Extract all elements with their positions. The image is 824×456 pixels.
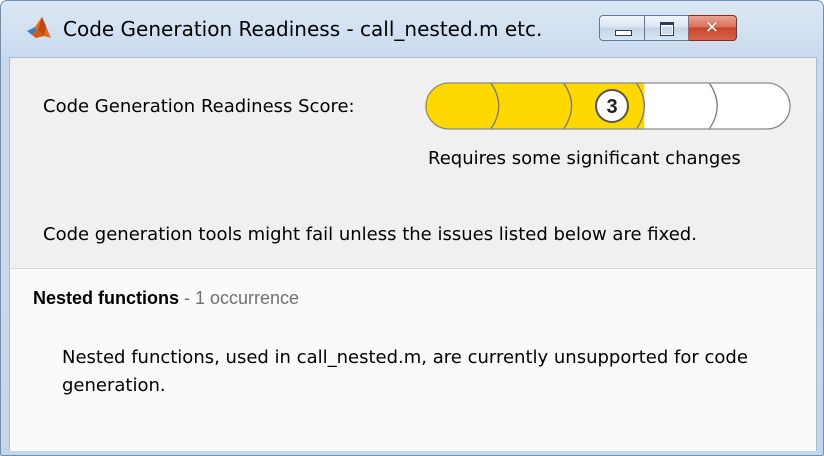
issue-description: Nested functions, used in call_nested.m,… [62,347,748,396]
dialog-body: Code Generation Readiness Score: 3 Requi… [9,57,817,451]
issue-occurrences: 1 occurrence [195,288,300,308]
score-label: Code Generation Readiness Score: [43,96,355,117]
issue-separator: - [179,288,196,308]
score-value: 3 [606,96,617,118]
close-icon: ✕ [704,18,720,38]
maximize-button[interactable] [645,15,689,41]
window-controls: ✕ [599,15,737,43]
window-title: Code Generation Readiness - call_nested.… [63,17,543,41]
matlab-logo-icon [27,17,51,38]
issues-panel: Nested functions - 1 occurrence Nested f… [10,268,816,451]
close-button[interactable]: ✕ [689,15,737,41]
issue-name[interactable]: Nested functions [33,288,179,308]
maximize-icon [660,22,674,36]
warning-message: Code generation tools might fail unless … [43,224,697,245]
issue-header: Nested functions - 1 occurrence [33,288,299,309]
score-description: Requires some significant changes [428,148,741,169]
readiness-score-bar: 3 [425,82,791,130]
minimize-icon [615,30,632,36]
readiness-window: Code Generation Readiness - call_nested.… [0,0,824,456]
title-bar[interactable]: Code Generation Readiness - call_nested.… [1,1,823,57]
minimize-button[interactable] [599,15,645,41]
